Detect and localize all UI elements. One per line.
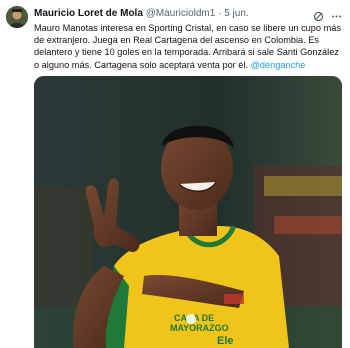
tweet-photo[interactable]: CASA DE MAYORAZGO Ele [34, 76, 342, 348]
tweet-header: Mauricio Loret de Mola @Mauricioldm1 · 5… [34, 7, 324, 21]
jersey-sleeve-text: Ele [217, 335, 234, 347]
tweet[interactable]: Mauricio Loret de Mola @Mauricioldm1 · 5… [0, 0, 350, 348]
grok-icon[interactable] [313, 9, 324, 21]
avatar[interactable] [6, 6, 28, 28]
more-icon[interactable] [331, 9, 342, 20]
tweet-text: Mauro Manotas interesa en Sporting Crist… [34, 22, 344, 71]
jersey-sponsor-line2: MAYORAZGO [170, 323, 229, 333]
author-name[interactable]: Mauricio Loret de Mola [34, 8, 143, 19]
separator-dot: · [218, 8, 222, 19]
tweet-date[interactable]: 5 jun. [224, 8, 248, 19]
header-actions [313, 7, 342, 21]
author-handle[interactable]: @Mauricioldm1 [146, 8, 216, 19]
mention-link[interactable]: @denganche [251, 60, 306, 70]
